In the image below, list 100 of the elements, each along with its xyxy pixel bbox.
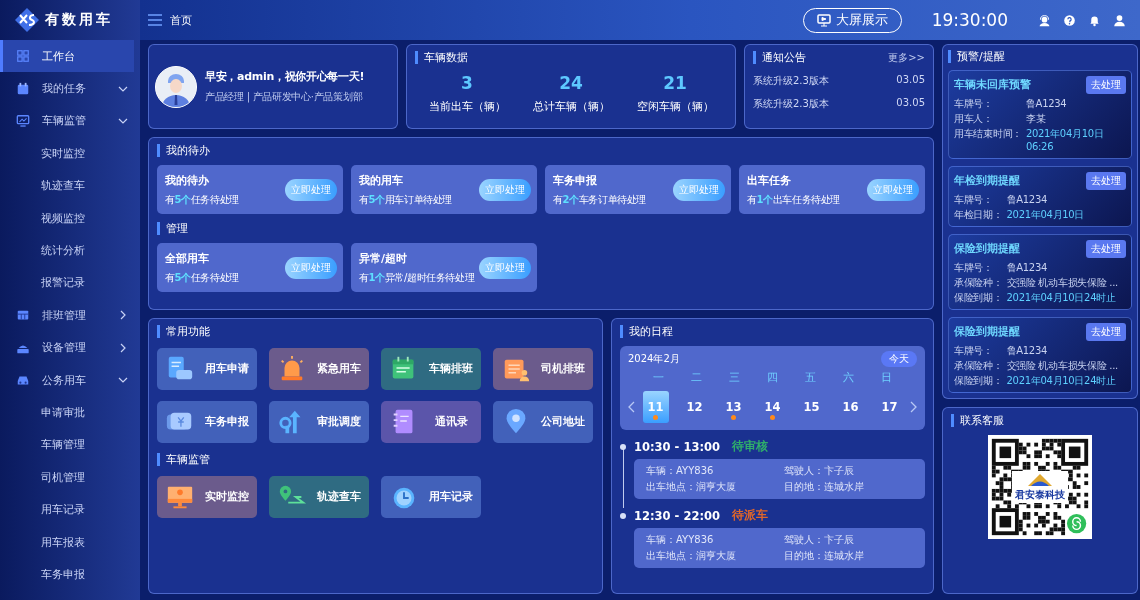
card-title: 我的待办 — [165, 172, 210, 188]
calendar-day[interactable]: 15 — [798, 391, 825, 423]
sidebar-subitem[interactable]: 实时监控 — [0, 137, 140, 170]
sidebar-subitem[interactable]: 车辆管理 — [0, 428, 140, 462]
weekday-label: 五 — [803, 370, 817, 385]
handle-button[interactable]: 去处理 — [1086, 240, 1126, 258]
alert-title: 保险到期提醒 — [954, 325, 1020, 339]
sidebar-subitem[interactable]: 报警记录 — [0, 266, 140, 300]
function-tile[interactable]: 实时监控 — [157, 476, 257, 518]
field-label: 承保险种： — [954, 276, 1003, 289]
bell-icon[interactable] — [1088, 13, 1101, 27]
calendar-day[interactable]: 13 — [720, 391, 747, 423]
handle-button[interactable]: 去处理 — [1086, 172, 1126, 190]
weekday-label: 一 — [652, 370, 666, 385]
sidebar-subitem[interactable]: 车务申报 — [0, 558, 140, 591]
sidebar-subitem[interactable]: 轨迹查车 — [0, 169, 140, 202]
sidebar-item[interactable]: 车辆监管 — [0, 104, 140, 138]
calendar-day[interactable]: 12 — [681, 391, 708, 423]
section-title: 车辆监管 — [157, 453, 210, 466]
card-text: 有5个用车订单待处理 — [359, 192, 452, 207]
notice-title[interactable]: 系统升级2.3版本 — [753, 74, 829, 88]
calendar-icon — [16, 81, 30, 96]
function-tile[interactable]: 公司地址 — [493, 401, 593, 443]
field-value: 李某 — [1025, 112, 1047, 125]
stat-value: 21 — [663, 72, 687, 93]
sidebar-item[interactable]: 我的任务 — [0, 72, 140, 105]
event-detail: 车辆：AYY836 — [646, 533, 715, 547]
card-title: 全部用车 — [165, 250, 210, 266]
function-tile[interactable]: 车务申报 — [157, 401, 257, 443]
stat-value: 24 — [559, 72, 583, 93]
panel-title: 通知公告 — [753, 51, 806, 64]
field-label: 承保险种： — [954, 359, 1003, 372]
handle-button[interactable]: 去处理 — [1086, 323, 1126, 341]
notice-date: 03.05 — [896, 74, 925, 87]
weekday-label: 六 — [841, 370, 855, 385]
logo-icon — [1027, 472, 1053, 487]
function-tile[interactable]: 用车记录 — [381, 476, 481, 518]
card-text: 有5个任务待处理 — [165, 270, 239, 285]
field-value: 2021年04月10日 — [1006, 208, 1086, 221]
help-icon[interactable] — [1063, 13, 1076, 27]
notice-title[interactable]: 系统升级2.3版本 — [753, 97, 829, 111]
field-value: 交强险 机动车损失保险 ... — [1006, 276, 1119, 289]
user-icon[interactable] — [1113, 13, 1126, 27]
function-tile[interactable]: 紧急用车 — [269, 348, 369, 390]
calendar-day[interactable]: 14 — [759, 391, 786, 423]
function-tile[interactable]: 司机排班 — [493, 348, 593, 390]
function-tile[interactable]: 通讯录 — [381, 401, 481, 443]
sidebar-subitem[interactable]: 申请审批 — [0, 396, 140, 429]
headset-icon[interactable] — [1038, 13, 1051, 27]
today-button[interactable]: 今天 — [881, 351, 917, 367]
user-role: 产品经理 | 产品研发中心·产品策划部 — [205, 90, 364, 104]
section-title: 我的待办 — [157, 144, 210, 157]
sidebar-item[interactable]: 工作台 — [0, 40, 134, 73]
monitor-icon — [816, 13, 831, 27]
event-detail: 目的地：连城水岸 — [783, 549, 865, 563]
field-label: 年检日期： — [954, 208, 1003, 221]
alert-title: 保险到期提醒 — [954, 242, 1020, 256]
sidebar-item[interactable]: 公务用车 — [0, 363, 140, 397]
function-tile[interactable]: 车辆排班 — [381, 348, 481, 390]
card-text: 有1个异常/超时任务待处理 — [359, 270, 475, 285]
event-detail: 车辆：AYY836 — [646, 464, 715, 478]
event-detail: 出车地点：润亨大厦 — [646, 549, 737, 563]
prev-icon[interactable] — [628, 401, 636, 413]
weekday-label: 四 — [766, 370, 779, 385]
function-tile[interactable]: 轨迹查车 — [269, 476, 369, 518]
sidebar-subitem[interactable]: 司机管理 — [0, 461, 140, 494]
event-time: 10:30 - 13:00 — [634, 439, 720, 454]
field-label: 车牌号： — [954, 97, 994, 110]
card-title: 车务申报 — [553, 172, 598, 188]
section-title: 常用功能 — [157, 325, 210, 338]
card-text: 有1个出车任务待处理 — [747, 192, 840, 207]
grid-icon — [16, 49, 30, 64]
panel-title: 我的日程 — [620, 325, 673, 338]
monitor-icon — [16, 113, 30, 128]
field-value: 鲁A1234 — [1006, 261, 1048, 274]
page-title: 首页 — [170, 12, 192, 28]
function-tile[interactable]: 审批调度 — [269, 401, 369, 443]
sidebar-item[interactable]: 设备管理 — [0, 331, 140, 364]
function-tile[interactable]: 用车申请 — [157, 348, 257, 390]
logo-text: 君安泰科技 — [1015, 487, 1065, 502]
field-value: 鲁A1234 — [1025, 97, 1068, 110]
calendar-day[interactable]: 16 — [837, 391, 864, 423]
sidebar-item[interactable]: 排班管理 — [0, 299, 140, 332]
event-detail: 驾驶人：卞子辰 — [783, 464, 855, 478]
sidebar-subitem[interactable]: 用车报表 — [0, 525, 140, 559]
sidebar-subitem[interactable]: 用车记录 — [0, 493, 140, 526]
sidebar-subitem[interactable]: 统计分析 — [0, 234, 140, 267]
event-detail: 驾驶人：卞子辰 — [783, 533, 855, 547]
stat-label: 总计车辆（辆） — [532, 98, 610, 114]
next-icon[interactable] — [909, 401, 917, 413]
field-label: 车牌号： — [954, 261, 994, 274]
panel-title: 预警/提醒 — [948, 50, 1005, 63]
menu-icon[interactable] — [148, 14, 162, 26]
panel-title: 联系客服 — [951, 414, 1004, 427]
panel-title: 车辆数据 — [415, 51, 468, 64]
weekday-label: 二 — [690, 370, 704, 385]
more-link[interactable]: 更多>> — [888, 51, 925, 65]
sidebar-subitem[interactable]: 视频监控 — [0, 201, 140, 235]
calendar-day[interactable]: 17 — [876, 391, 903, 423]
handle-button[interactable]: 去处理 — [1086, 76, 1126, 94]
